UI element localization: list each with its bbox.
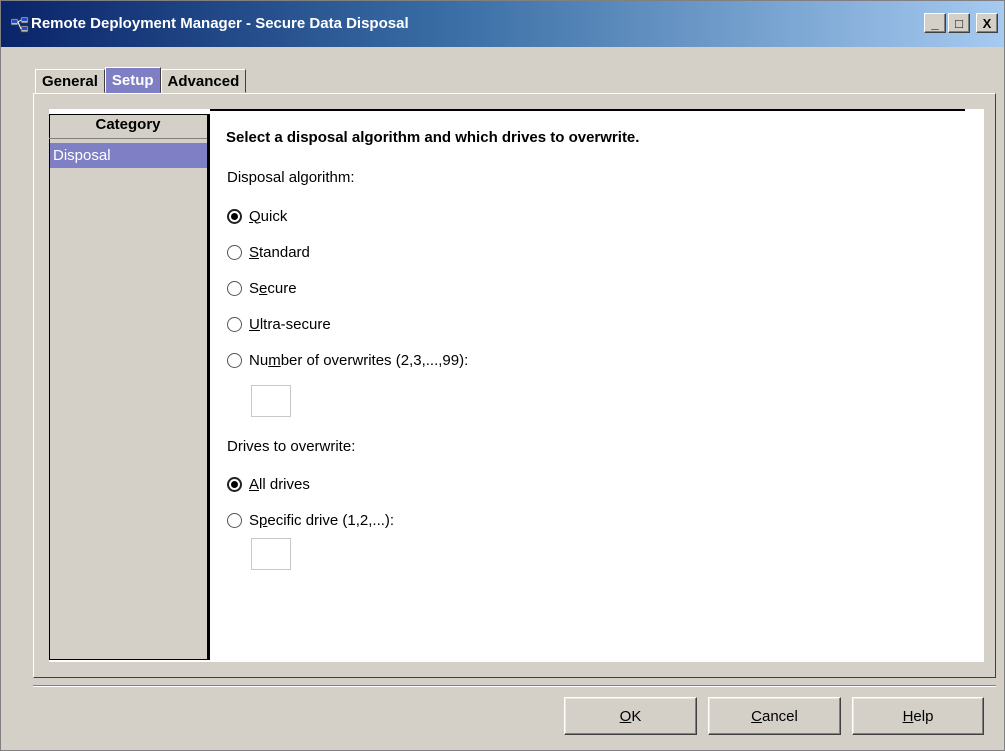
- category-sidebar: [49, 114, 210, 660]
- radio-quick-label: Quick: [249, 207, 288, 225]
- category-header: Category: [49, 116, 207, 139]
- maximize-button[interactable]: □: [948, 13, 970, 33]
- sidebar-divider[interactable]: [207, 114, 210, 660]
- algorithm-label: Disposal algorithm:: [227, 169, 355, 186]
- radio-standard-indicator[interactable]: [227, 244, 242, 260]
- tab-general[interactable]: General: [35, 69, 105, 93]
- radio-number-of-overwrites-indicator[interactable]: [227, 352, 242, 368]
- cancel-button[interactable]: Cancel: [708, 697, 841, 735]
- radio-all-drives-indicator[interactable]: [227, 476, 242, 492]
- tab-setup[interactable]: Setup: [104, 67, 161, 93]
- radio-all-drives[interactable]: All drives: [227, 474, 310, 494]
- radio-quick[interactable]: Quick: [227, 206, 287, 226]
- help-button[interactable]: Help: [852, 697, 984, 735]
- tab-advanced[interactable]: Advanced: [160, 69, 247, 93]
- radio-specific-drive-indicator[interactable]: [227, 512, 242, 528]
- radio-secure[interactable]: Secure: [227, 278, 297, 298]
- radio-secure-indicator[interactable]: [227, 280, 242, 296]
- radio-ultra-secure[interactable]: Ultra-secure: [227, 314, 331, 334]
- close-button[interactable]: X: [976, 13, 998, 33]
- tab-strip: General Setup Advanced: [35, 67, 247, 93]
- dialog-window: Remote Deployment Manager - Secure Data …: [0, 0, 1005, 751]
- help-button-label: Help: [902, 707, 934, 725]
- ok-button[interactable]: OK: [564, 697, 697, 735]
- radio-number-of-overwrites-label: Number of overwrites (2,3,...,99):: [249, 351, 469, 369]
- radio-number-of-overwrites[interactable]: Number of overwrites (2,3,...,99):: [227, 350, 468, 370]
- ok-button-label: OK: [619, 707, 642, 725]
- radio-specific-drive-label: Specific drive (1,2,...):: [249, 511, 395, 529]
- radio-standard[interactable]: Standard: [227, 242, 310, 262]
- app-icon: [11, 17, 29, 33]
- section-heading: Select a disposal algorithm and which dr…: [226, 129, 640, 146]
- content-top-border: [210, 109, 965, 111]
- overwrites-input[interactable]: [251, 385, 291, 417]
- minimize-button[interactable]: _: [924, 13, 946, 33]
- drives-label: Drives to overwrite:: [227, 438, 356, 455]
- radio-standard-label: Standard: [249, 243, 310, 261]
- window-title: Remote Deployment Manager - Secure Data …: [31, 15, 409, 32]
- radio-all-drives-label: All drives: [249, 475, 310, 493]
- radio-ultra-secure-label: Ultra-secure: [249, 315, 331, 333]
- sidebar-item-disposal[interactable]: Disposal: [50, 143, 207, 168]
- radio-secure-label: Secure: [249, 279, 297, 297]
- drive-input[interactable]: [251, 538, 291, 570]
- cancel-button-label: Cancel: [751, 707, 798, 725]
- bottom-separator: [33, 685, 996, 687]
- title-bar[interactable]: Remote Deployment Manager - Secure Data …: [1, 1, 1004, 47]
- radio-quick-indicator[interactable]: [227, 208, 242, 224]
- radio-ultra-secure-indicator[interactable]: [227, 316, 242, 332]
- radio-specific-drive[interactable]: Specific drive (1,2,...):: [227, 510, 394, 530]
